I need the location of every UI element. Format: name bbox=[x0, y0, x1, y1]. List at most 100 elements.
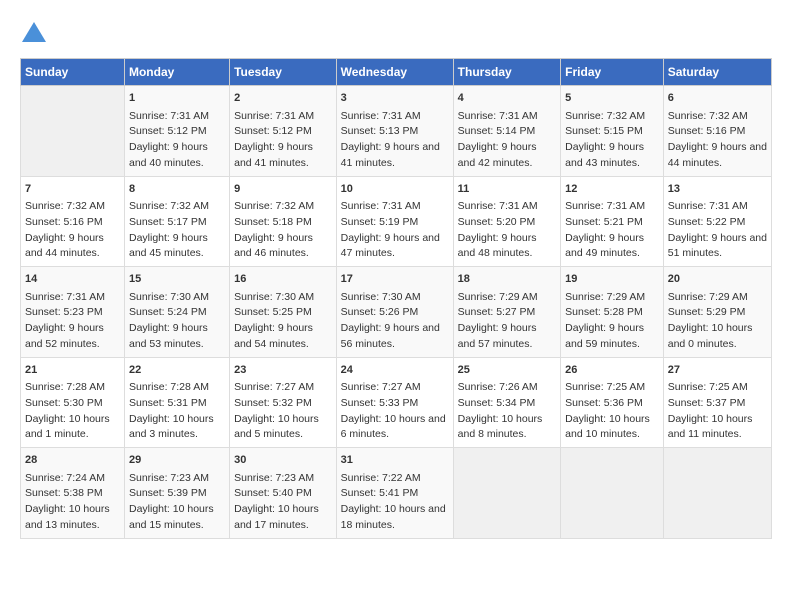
calendar-cell: 8 Sunrise: 7:32 AM Sunset: 5:17 PM Dayli… bbox=[124, 176, 229, 267]
weekday-header: Monday bbox=[124, 59, 229, 86]
day-number: 23 bbox=[234, 362, 332, 379]
sunset-text: Sunset: 5:12 PM bbox=[234, 125, 312, 137]
day-number: 7 bbox=[25, 181, 120, 198]
sunset-text: Sunset: 5:14 PM bbox=[458, 125, 536, 137]
daylight-text: Daylight: 9 hours and 54 minutes. bbox=[234, 322, 313, 350]
sunrise-text: Sunrise: 7:31 AM bbox=[129, 110, 209, 122]
day-number: 21 bbox=[25, 362, 120, 379]
day-number: 29 bbox=[129, 452, 225, 469]
sunset-text: Sunset: 5:15 PM bbox=[565, 125, 643, 137]
sunrise-text: Sunrise: 7:31 AM bbox=[234, 110, 314, 122]
calendar-cell: 4 Sunrise: 7:31 AM Sunset: 5:14 PM Dayli… bbox=[453, 86, 561, 177]
daylight-text: Daylight: 10 hours and 5 minutes. bbox=[234, 413, 319, 441]
calendar-cell bbox=[453, 448, 561, 539]
calendar-table: SundayMondayTuesdayWednesdayThursdayFrid… bbox=[20, 58, 772, 539]
calendar-cell: 14 Sunrise: 7:31 AM Sunset: 5:23 PM Dayl… bbox=[21, 267, 125, 358]
daylight-text: Daylight: 9 hours and 41 minutes. bbox=[234, 141, 313, 169]
sunrise-text: Sunrise: 7:24 AM bbox=[25, 472, 105, 484]
sunrise-text: Sunrise: 7:30 AM bbox=[234, 291, 314, 303]
calendar-body: 1 Sunrise: 7:31 AM Sunset: 5:12 PM Dayli… bbox=[21, 86, 772, 539]
day-number: 22 bbox=[129, 362, 225, 379]
sunrise-text: Sunrise: 7:30 AM bbox=[341, 291, 421, 303]
sunset-text: Sunset: 5:33 PM bbox=[341, 397, 419, 409]
day-number: 17 bbox=[341, 271, 449, 288]
sunrise-text: Sunrise: 7:23 AM bbox=[234, 472, 314, 484]
daylight-text: Daylight: 9 hours and 44 minutes. bbox=[25, 232, 104, 260]
calendar-cell: 16 Sunrise: 7:30 AM Sunset: 5:25 PM Dayl… bbox=[230, 267, 337, 358]
sunset-text: Sunset: 5:32 PM bbox=[234, 397, 312, 409]
weekday-header: Thursday bbox=[453, 59, 561, 86]
calendar-cell bbox=[21, 86, 125, 177]
sunset-text: Sunset: 5:38 PM bbox=[25, 487, 103, 499]
weekday-header: Saturday bbox=[663, 59, 771, 86]
sunrise-text: Sunrise: 7:31 AM bbox=[341, 110, 421, 122]
logo-icon bbox=[20, 20, 48, 48]
sunset-text: Sunset: 5:24 PM bbox=[129, 306, 207, 318]
calendar-cell: 23 Sunrise: 7:27 AM Sunset: 5:32 PM Dayl… bbox=[230, 357, 337, 448]
daylight-text: Daylight: 9 hours and 45 minutes. bbox=[129, 232, 208, 260]
day-number: 15 bbox=[129, 271, 225, 288]
calendar-cell: 25 Sunrise: 7:26 AM Sunset: 5:34 PM Dayl… bbox=[453, 357, 561, 448]
sunset-text: Sunset: 5:41 PM bbox=[341, 487, 419, 499]
sunrise-text: Sunrise: 7:31 AM bbox=[565, 200, 645, 212]
day-number: 11 bbox=[458, 181, 557, 198]
calendar-cell bbox=[663, 448, 771, 539]
day-number: 9 bbox=[234, 181, 332, 198]
sunset-text: Sunset: 5:23 PM bbox=[25, 306, 103, 318]
sunrise-text: Sunrise: 7:27 AM bbox=[234, 381, 314, 393]
sunset-text: Sunset: 5:13 PM bbox=[341, 125, 419, 137]
daylight-text: Daylight: 10 hours and 8 minutes. bbox=[458, 413, 543, 441]
sunrise-text: Sunrise: 7:32 AM bbox=[565, 110, 645, 122]
day-number: 25 bbox=[458, 362, 557, 379]
calendar-cell: 31 Sunrise: 7:22 AM Sunset: 5:41 PM Dayl… bbox=[336, 448, 453, 539]
daylight-text: Daylight: 10 hours and 17 minutes. bbox=[234, 503, 319, 531]
calendar-cell: 20 Sunrise: 7:29 AM Sunset: 5:29 PM Dayl… bbox=[663, 267, 771, 358]
sunrise-text: Sunrise: 7:22 AM bbox=[341, 472, 421, 484]
sunset-text: Sunset: 5:34 PM bbox=[458, 397, 536, 409]
page-header bbox=[20, 20, 772, 48]
sunset-text: Sunset: 5:16 PM bbox=[25, 216, 103, 228]
day-number: 24 bbox=[341, 362, 449, 379]
sunset-text: Sunset: 5:29 PM bbox=[668, 306, 746, 318]
sunrise-text: Sunrise: 7:25 AM bbox=[668, 381, 748, 393]
day-number: 12 bbox=[565, 181, 659, 198]
day-number: 20 bbox=[668, 271, 767, 288]
calendar-header: SundayMondayTuesdayWednesdayThursdayFrid… bbox=[21, 59, 772, 86]
calendar-cell: 12 Sunrise: 7:31 AM Sunset: 5:21 PM Dayl… bbox=[561, 176, 664, 267]
sunset-text: Sunset: 5:39 PM bbox=[129, 487, 207, 499]
sunset-text: Sunset: 5:25 PM bbox=[234, 306, 312, 318]
sunset-text: Sunset: 5:22 PM bbox=[668, 216, 746, 228]
day-number: 6 bbox=[668, 90, 767, 107]
daylight-text: Daylight: 9 hours and 59 minutes. bbox=[565, 322, 644, 350]
daylight-text: Daylight: 10 hours and 10 minutes. bbox=[565, 413, 650, 441]
calendar-cell: 22 Sunrise: 7:28 AM Sunset: 5:31 PM Dayl… bbox=[124, 357, 229, 448]
daylight-text: Daylight: 9 hours and 52 minutes. bbox=[25, 322, 104, 350]
calendar-cell: 28 Sunrise: 7:24 AM Sunset: 5:38 PM Dayl… bbox=[21, 448, 125, 539]
sunrise-text: Sunrise: 7:31 AM bbox=[668, 200, 748, 212]
day-number: 8 bbox=[129, 181, 225, 198]
calendar-week-row: 1 Sunrise: 7:31 AM Sunset: 5:12 PM Dayli… bbox=[21, 86, 772, 177]
daylight-text: Daylight: 9 hours and 53 minutes. bbox=[129, 322, 208, 350]
sunset-text: Sunset: 5:36 PM bbox=[565, 397, 643, 409]
sunset-text: Sunset: 5:27 PM bbox=[458, 306, 536, 318]
calendar-week-row: 21 Sunrise: 7:28 AM Sunset: 5:30 PM Dayl… bbox=[21, 357, 772, 448]
sunset-text: Sunset: 5:21 PM bbox=[565, 216, 643, 228]
sunrise-text: Sunrise: 7:31 AM bbox=[341, 200, 421, 212]
daylight-text: Daylight: 9 hours and 48 minutes. bbox=[458, 232, 537, 260]
day-number: 30 bbox=[234, 452, 332, 469]
sunset-text: Sunset: 5:28 PM bbox=[565, 306, 643, 318]
sunrise-text: Sunrise: 7:28 AM bbox=[25, 381, 105, 393]
sunrise-text: Sunrise: 7:29 AM bbox=[565, 291, 645, 303]
day-number: 10 bbox=[341, 181, 449, 198]
calendar-cell: 30 Sunrise: 7:23 AM Sunset: 5:40 PM Dayl… bbox=[230, 448, 337, 539]
daylight-text: Daylight: 10 hours and 13 minutes. bbox=[25, 503, 110, 531]
day-number: 13 bbox=[668, 181, 767, 198]
calendar-cell: 26 Sunrise: 7:25 AM Sunset: 5:36 PM Dayl… bbox=[561, 357, 664, 448]
day-number: 3 bbox=[341, 90, 449, 107]
calendar-cell: 3 Sunrise: 7:31 AM Sunset: 5:13 PM Dayli… bbox=[336, 86, 453, 177]
sunset-text: Sunset: 5:19 PM bbox=[341, 216, 419, 228]
calendar-cell: 13 Sunrise: 7:31 AM Sunset: 5:22 PM Dayl… bbox=[663, 176, 771, 267]
calendar-cell: 10 Sunrise: 7:31 AM Sunset: 5:19 PM Dayl… bbox=[336, 176, 453, 267]
daylight-text: Daylight: 9 hours and 49 minutes. bbox=[565, 232, 644, 260]
sunrise-text: Sunrise: 7:29 AM bbox=[458, 291, 538, 303]
